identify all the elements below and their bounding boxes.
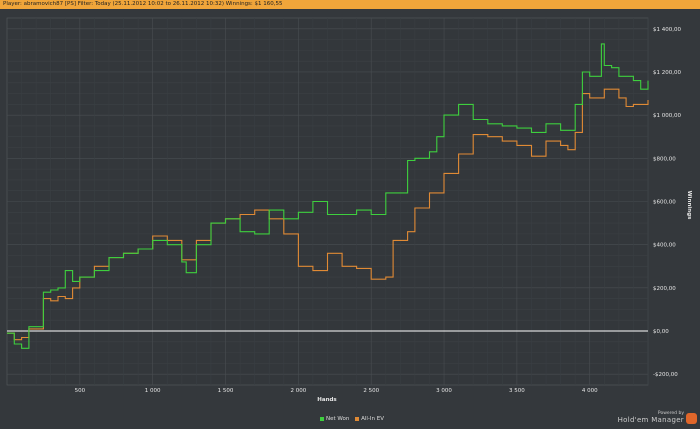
x-tick-label: 2 500	[363, 388, 379, 394]
x-tick-label: 4 000	[582, 388, 598, 394]
y-tick-label: $200,00	[653, 286, 676, 292]
x-tick-label: 3 000	[436, 388, 452, 394]
x-tick-label: 2 000	[290, 388, 306, 394]
y-tick-label: $1 000,00	[653, 113, 681, 119]
y-tick-label: $800,00	[653, 156, 676, 162]
x-tick-label: 1 500	[218, 388, 234, 394]
y-tick-label: $1 200,00	[653, 70, 681, 76]
x-tick-label: 1 000	[145, 388, 161, 394]
y-axis: -$200,00 $0,00 $200,00 $400,00 $600,00 $800,0…	[653, 27, 681, 378]
legend-swatch-all-in-ev	[355, 416, 360, 421]
y-tick-label: $0,00	[653, 329, 669, 335]
x-axis: 500 1 000 1 500 2 000 2 500 3 000 3 500 4 000	[75, 388, 599, 394]
hm2-logo-icon	[686, 413, 697, 424]
winnings-chart: -$200,00 $0,00 $200,00 $400,00 $600,00 $800,0…	[6, 17, 692, 403]
y-tick-label: -$200,00	[653, 372, 678, 378]
legend-swatch-net-won	[319, 416, 324, 421]
x-axis-label: Hands	[317, 397, 337, 403]
legend: Net Won All-In EV	[0, 416, 700, 422]
y-tick-label: $600,00	[653, 200, 676, 206]
x-tick-label: 3 500	[509, 388, 525, 394]
y-tick-label: $400,00	[653, 243, 676, 249]
title-bar: Player: abramovich87 [PS] Filter: Today …	[0, 0, 700, 9]
x-tick-label: 500	[75, 388, 86, 394]
y-axis-label: Winnings	[686, 191, 692, 221]
legend-net-won[interactable]: Net Won	[326, 416, 349, 422]
branding: Powered by Hold'em Manager	[618, 411, 684, 424]
y-tick-label: $1 400,00	[653, 27, 681, 33]
legend-all-in-ev[interactable]: All-In EV	[361, 416, 384, 422]
brand-name: Hold'em Manager	[617, 416, 684, 424]
